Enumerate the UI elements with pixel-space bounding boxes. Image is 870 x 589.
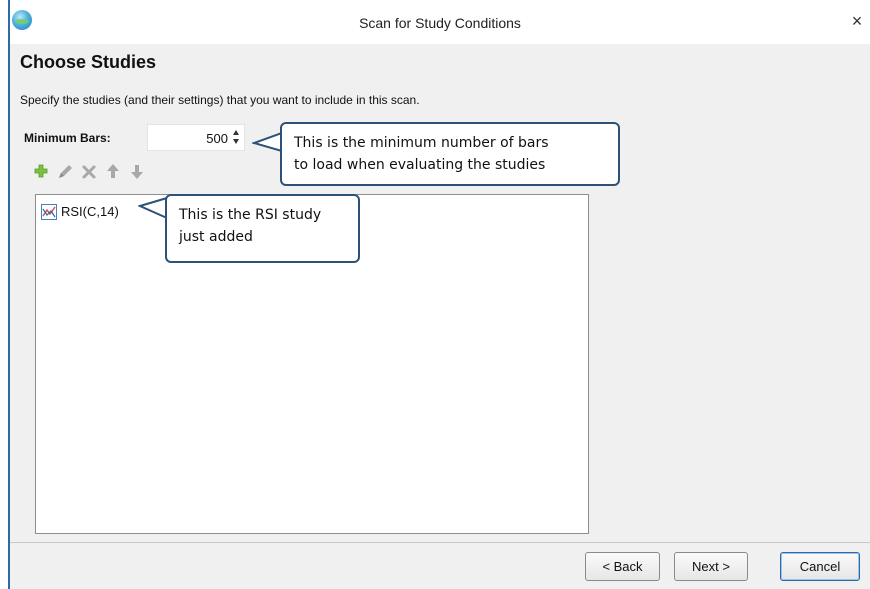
page-heading: Choose Studies bbox=[20, 52, 157, 72]
callout-pointer bbox=[252, 132, 282, 152]
spin-up-icon[interactable] bbox=[233, 130, 239, 135]
study-callout: This is the RSI study just added bbox=[165, 194, 360, 263]
minimum-bars-spinner[interactable]: 500 bbox=[147, 124, 245, 151]
spin-down-icon[interactable] bbox=[233, 139, 239, 144]
instruction-text: Specify the studies (and their settings)… bbox=[20, 93, 420, 107]
footer-divider bbox=[10, 542, 870, 543]
spinner-arrows[interactable] bbox=[232, 128, 241, 147]
dialog-window: Scan for Study Conditions × Choose Studi… bbox=[8, 0, 870, 589]
move-up-icon[interactable] bbox=[104, 160, 122, 182]
remove-icon[interactable] bbox=[80, 160, 98, 182]
study-chart-icon bbox=[41, 204, 57, 220]
callout-text-line: to load when evaluating the studies bbox=[294, 157, 546, 173]
callout-text-line: just added bbox=[179, 229, 253, 245]
add-icon[interactable] bbox=[32, 160, 50, 182]
cancel-button[interactable]: Cancel bbox=[780, 552, 860, 581]
minimum-bars-callout: This is the minimum number of bars to lo… bbox=[280, 122, 620, 186]
callout-text-line: This is the minimum number of bars bbox=[294, 135, 549, 151]
title-bar[interactable]: Scan for Study Conditions × bbox=[10, 0, 870, 44]
back-button[interactable]: < Back bbox=[585, 552, 660, 581]
minimum-bars-value[interactable]: 500 bbox=[206, 131, 228, 146]
edit-icon[interactable] bbox=[56, 160, 74, 182]
study-label: RSI(C,14) bbox=[61, 204, 119, 219]
callout-text-line: This is the RSI study bbox=[179, 207, 322, 223]
close-button[interactable]: × bbox=[848, 10, 866, 32]
window-title: Scan for Study Conditions bbox=[359, 15, 521, 31]
minimum-bars-label: Minimum Bars: bbox=[24, 131, 111, 145]
move-down-icon[interactable] bbox=[128, 160, 146, 182]
callout-pointer bbox=[138, 197, 168, 219]
next-button[interactable]: Next > bbox=[674, 552, 748, 581]
